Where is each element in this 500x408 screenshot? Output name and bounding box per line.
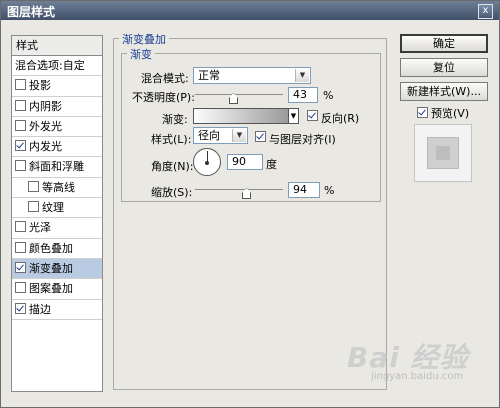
new-style-button[interactable]: 新建样式(W)... xyxy=(400,82,488,101)
preview-swatch-inner xyxy=(436,146,450,160)
preview-checkbox[interactable] xyxy=(417,107,428,118)
styles-list-item-checkbox[interactable] xyxy=(15,140,26,152)
styles-list-item-label: 等高线 xyxy=(42,180,75,194)
watermark-brand: Bai 经验 xyxy=(347,341,469,374)
styles-list-item-label: 颜色叠加 xyxy=(29,241,73,255)
gradient-inner-group-title: 渐变 xyxy=(127,46,155,62)
styles-list-item-label: 渐变叠加 xyxy=(29,261,73,275)
styles-list-header[interactable]: 样式 xyxy=(12,36,102,56)
styles-list-item[interactable]: 等高线 xyxy=(12,178,102,199)
styles-list-item-label: 描边 xyxy=(29,302,51,316)
style-select[interactable]: 径向 ▼ xyxy=(193,127,248,144)
preview-label[interactable]: 预览(V) xyxy=(431,107,469,120)
styles-list-item[interactable]: 纹理 xyxy=(12,198,102,219)
gradient-overlay-group-title: 渐变叠加 xyxy=(119,31,169,47)
styles-list-item-label: 外发光 xyxy=(29,119,62,133)
preview-toggle[interactable]: 预览(V) xyxy=(417,105,469,121)
reverse-label[interactable]: 反向(R) xyxy=(321,110,359,126)
reset-button[interactable]: 复位 xyxy=(400,58,488,77)
styles-list-item-label: 光泽 xyxy=(29,221,51,235)
reverse-checkbox[interactable] xyxy=(307,110,318,121)
preview-swatch-outer xyxy=(427,137,459,169)
title-bar[interactable]: 图层样式 x xyxy=(1,1,499,20)
styles-list-item-checkbox[interactable] xyxy=(15,282,26,294)
opacity-slider-track[interactable] xyxy=(195,94,283,95)
style-value: 径向 xyxy=(198,129,220,142)
dialog-title: 图层样式 xyxy=(7,5,56,19)
styles-list-item[interactable]: 描边 xyxy=(12,300,102,320)
styles-list-item[interactable]: 投影 xyxy=(12,76,102,97)
styles-list-item[interactable]: 混合选项:自定 xyxy=(12,56,102,77)
styles-list-item[interactable]: 光泽 xyxy=(12,218,102,239)
styles-list: 样式 混合选项:自定投影内阴影外发光内发光斜面和浮雕等高线纹理光泽颜色叠加渐变叠… xyxy=(11,35,103,392)
opacity-input[interactable]: 43 xyxy=(288,87,318,103)
styles-list-item-label: 斜面和浮雕 xyxy=(29,160,84,174)
styles-list-item-checkbox[interactable] xyxy=(28,180,39,192)
angle-label: 角度(N): xyxy=(151,160,194,173)
opacity-unit: % xyxy=(323,89,334,102)
styles-list-item-checkbox[interactable] xyxy=(15,261,26,273)
gradient-label: 渐变: xyxy=(162,113,188,126)
scale-unit: % xyxy=(324,184,335,197)
blend-mode-label: 混合模式: xyxy=(141,72,189,85)
align-with-layer-checkbox[interactable] xyxy=(255,131,266,142)
scale-slider-track[interactable] xyxy=(195,189,283,190)
styles-list-item-checkbox[interactable] xyxy=(15,302,26,314)
styles-list-item[interactable]: 内发光 xyxy=(12,137,102,158)
styles-list-item-label: 投影 xyxy=(29,79,51,93)
opacity-label: 不透明度(P): xyxy=(132,91,195,104)
angle-dial-icon[interactable] xyxy=(193,148,221,176)
layer-style-dialog: 图层样式 x 样式 混合选项:自定投影内阴影外发光内发光斜面和浮雕等高线纹理光泽… xyxy=(0,0,500,408)
styles-list-item-checkbox[interactable] xyxy=(15,99,26,111)
styles-list-item-checkbox[interactable] xyxy=(15,241,26,253)
styles-list-item-label: 内阴影 xyxy=(29,99,62,113)
styles-list-item-checkbox[interactable] xyxy=(28,201,39,213)
styles-list-item[interactable]: 内阴影 xyxy=(12,97,102,117)
angle-unit: 度 xyxy=(266,158,277,171)
gradient-swatch[interactable] xyxy=(193,108,289,124)
styles-list-item-checkbox[interactable] xyxy=(15,160,26,172)
styles-list-item[interactable]: 颜色叠加 xyxy=(12,239,102,259)
watermark-url: jingyan.baidu.com xyxy=(371,371,464,382)
style-label: 样式(L): xyxy=(151,133,192,146)
chevron-down-icon[interactable]: ▼ xyxy=(295,69,309,82)
scale-input[interactable]: 94 xyxy=(288,182,320,198)
styles-list-item-checkbox[interactable] xyxy=(15,79,26,91)
ok-button[interactable]: 确定 xyxy=(400,34,488,53)
baidu-watermark: Bai 经验 jingyan.baidu.com xyxy=(331,331,496,391)
chevron-down-icon[interactable]: ▼ xyxy=(232,129,246,142)
blend-mode-value: 正常 xyxy=(198,69,220,82)
blend-mode-select[interactable]: 正常 ▼ xyxy=(193,67,311,84)
styles-list-item-label: 纹理 xyxy=(42,201,64,215)
styles-list-item-label: 内发光 xyxy=(29,140,62,154)
gradient-picker-chevron-icon[interactable]: ▼ xyxy=(289,108,299,124)
styles-list-item[interactable]: 外发光 xyxy=(12,117,102,138)
styles-list-item-label: 图案叠加 xyxy=(29,282,73,296)
styles-list-item-checkbox[interactable] xyxy=(15,119,26,131)
angle-input[interactable]: 90 xyxy=(227,154,263,170)
scale-label: 缩放(S): xyxy=(151,186,193,199)
styles-list-item-checkbox[interactable] xyxy=(15,221,26,233)
styles-list-item-label: 混合选项:自定 xyxy=(15,59,85,72)
align-with-layer-label[interactable]: 与图层对齐(I) xyxy=(269,131,336,147)
close-icon[interactable]: x xyxy=(478,4,493,19)
angle-dial-hub xyxy=(205,161,209,165)
styles-list-item[interactable]: 渐变叠加 xyxy=(12,258,102,280)
style-preview-thumbnail xyxy=(414,124,472,182)
styles-list-item[interactable]: 斜面和浮雕 xyxy=(12,157,102,178)
styles-list-item[interactable]: 图案叠加 xyxy=(12,279,102,300)
